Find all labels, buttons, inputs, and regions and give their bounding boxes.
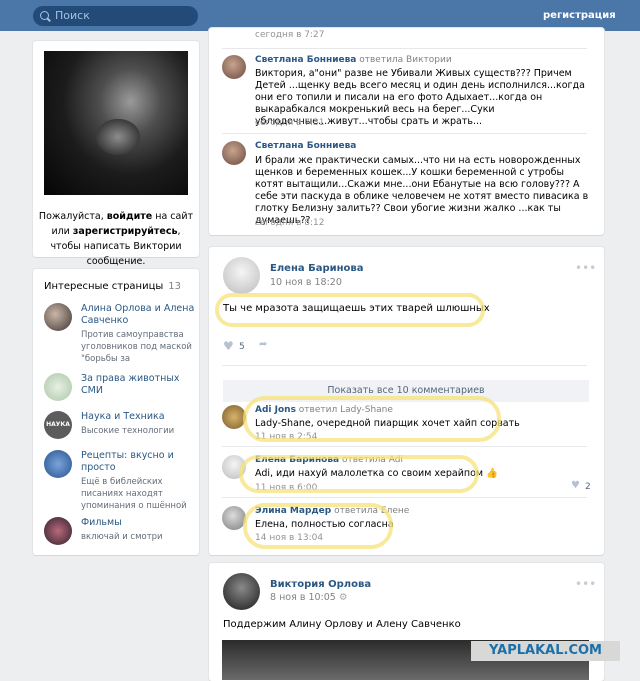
profile-card: Пожалуйста, войдите на сайт или зарегист…	[33, 41, 199, 267]
like-icon[interactable]: ♥	[223, 339, 234, 353]
avatar[interactable]	[223, 573, 260, 610]
avatar: НАУКА	[44, 411, 72, 439]
comment-author[interactable]: Светлана Бонниева	[255, 55, 356, 65]
post-date[interactable]: 10 ноя в 18:20	[270, 277, 342, 288]
register-prompt-link[interactable]: зарегистрируйтесь	[73, 226, 178, 237]
post-author[interactable]: Виктория Орлова	[270, 579, 371, 590]
highlight-mark	[243, 503, 393, 549]
thumbs-up-icon: 👍	[486, 468, 498, 479]
like-count: 5	[239, 342, 245, 352]
like-icon[interactable]: ♥	[571, 480, 580, 491]
post-date[interactable]: 8 ноя в 10:05 ⚙	[270, 592, 347, 603]
more-icon[interactable]: •••	[575, 261, 596, 275]
avatar[interactable]	[222, 141, 246, 165]
highlight-mark	[239, 455, 479, 493]
search-icon	[40, 11, 49, 20]
highlight-mark	[243, 396, 501, 442]
avatar[interactable]	[222, 55, 246, 79]
post-card: Виктория Орлова 8 ноя в 10:05 ⚙ ••• Подд…	[209, 563, 604, 681]
settings-icon: ⚙	[338, 592, 348, 603]
highlight-mark	[215, 293, 485, 327]
avatar	[44, 450, 72, 478]
share-icon[interactable]: ➦	[259, 339, 267, 350]
register-link[interactable]: регистрация	[543, 10, 616, 21]
post-card: Елена Баринова 10 ноя в 18:20 ••• Ты че …	[209, 247, 604, 555]
avatar	[44, 517, 72, 545]
interesting-pages-title[interactable]: Интересные страницы 13	[44, 281, 181, 292]
profile-photo[interactable]	[44, 51, 188, 195]
avatar	[44, 303, 72, 331]
avatar[interactable]	[223, 257, 260, 294]
login-link[interactable]: войдите	[107, 211, 152, 222]
post-text: Поддержим Алину Орлову и Алену Савченко	[223, 619, 461, 630]
avatar	[44, 373, 72, 401]
like-count: 2	[585, 482, 591, 492]
search-placeholder: Поиск	[55, 9, 90, 22]
interesting-pages-card: Интересные страницы 13 Алина Орлова и Але…	[33, 269, 199, 555]
search-input[interactable]: Поиск	[33, 6, 198, 26]
watermark-logo: YAPLAKAL.COM	[471, 641, 620, 661]
login-prompt: Пожалуйста, войдите на сайт или зарегист…	[38, 211, 194, 267]
top-bar: Поиск регистрация	[0, 0, 640, 31]
comment-thread-card: сегодня в 7:27 Светлана Бонниева ответил…	[209, 28, 604, 235]
post-author[interactable]: Елена Баринова	[270, 263, 363, 274]
more-icon[interactable]: •••	[575, 577, 596, 591]
comment-author[interactable]: Светлана Бонниева	[255, 141, 356, 151]
